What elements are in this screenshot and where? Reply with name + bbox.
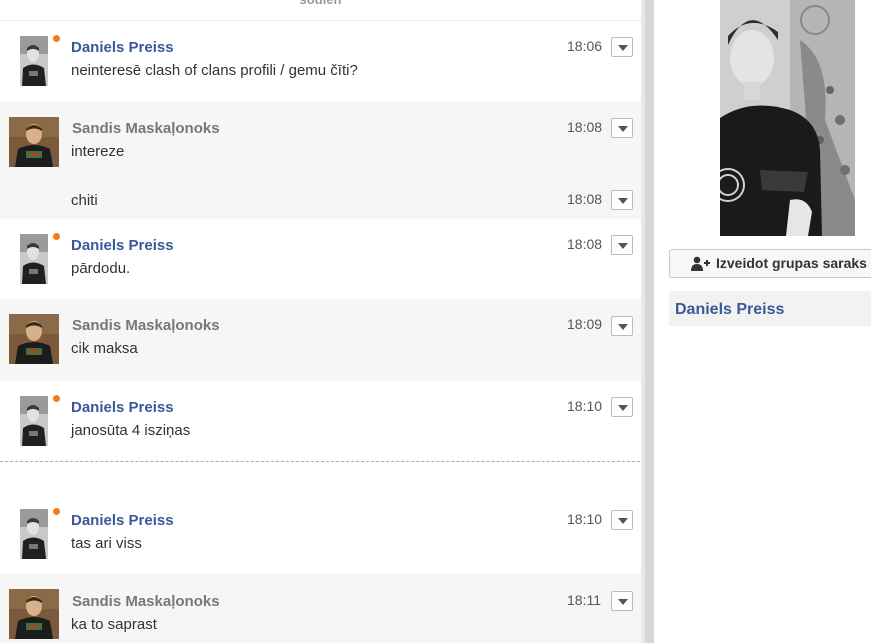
message-text: cik maksa — [71, 340, 138, 357]
chevron-down-icon — [618, 405, 628, 411]
unread-separator — [0, 461, 655, 462]
add-user-icon — [691, 256, 711, 277]
message-time: 18:11 — [567, 592, 601, 608]
message-text: intereze — [71, 143, 125, 160]
message-time: 18:10 — [567, 511, 603, 527]
avatar[interactable] — [20, 234, 48, 284]
chevron-down-icon — [618, 324, 628, 330]
message-menu-button[interactable] — [611, 397, 633, 417]
message-menu-button[interactable] — [611, 118, 633, 138]
contact-name[interactable]: Daniels Preiss — [675, 301, 784, 319]
message-time: 18:08 — [567, 236, 603, 252]
message-menu-button[interactable] — [611, 316, 633, 336]
scrollbar[interactable] — [641, 0, 654, 643]
message-group: Sandis Maskaļonoks 18:08 intereze 18:08 … — [0, 102, 641, 219]
message-text: chiti — [71, 192, 98, 209]
message-group: Daniels Preiss 18:06 neinteresē clash of… — [0, 21, 641, 102]
avatar[interactable] — [20, 396, 48, 446]
online-status-icon — [53, 508, 60, 515]
message-time: 18:08 — [567, 191, 603, 207]
avatar[interactable] — [9, 117, 59, 167]
message-menu-button[interactable] — [611, 37, 633, 57]
chevron-down-icon — [618, 198, 628, 204]
message-menu-button[interactable] — [611, 510, 633, 530]
message-time: 18:10 — [567, 398, 603, 414]
message-group: Daniels Preiss 18:08 pārdodu. — [0, 219, 641, 299]
message-author[interactable]: Daniels Preiss — [71, 39, 174, 56]
avatar[interactable] — [20, 36, 48, 86]
message-time: 18:06 — [567, 38, 603, 54]
message-text: ka to saprast — [71, 616, 157, 633]
message-time: 18:08 — [567, 119, 603, 135]
profile-sidebar: Izveidot grupas saraks Daniels Preiss — [654, 0, 871, 643]
online-status-icon — [53, 35, 60, 42]
avatar[interactable] — [20, 509, 48, 559]
create-group-button[interactable]: Izveidot grupas saraks — [669, 249, 871, 278]
message-text: neinteresē clash of clans profili / gemu… — [71, 62, 358, 79]
message-menu-button[interactable] — [611, 591, 633, 611]
message-author[interactable]: Daniels Preiss — [71, 237, 174, 254]
message-author[interactable]: Sandis Maskaļonoks — [72, 317, 220, 334]
message-text: pārdodu. — [71, 260, 131, 277]
message-group: Sandis Maskaļonoks 18:09 cik maksa — [0, 299, 641, 381]
create-group-label: Izveidot grupas saraks — [716, 255, 867, 271]
message-author[interactable]: Daniels Preiss — [71, 399, 174, 416]
message-group: Daniels Preiss 18:10 janosūta 4 isziņas — [0, 381, 641, 461]
chevron-down-icon — [618, 45, 628, 51]
message-group: Daniels Preiss 18:10 tas ari viss — [0, 494, 641, 574]
contact-item[interactable]: Daniels Preiss — [669, 291, 871, 326]
chevron-down-icon — [618, 243, 628, 249]
message-text: janosūta 4 isziņas — [71, 422, 191, 439]
avatar[interactable] — [9, 314, 59, 364]
chevron-down-icon — [618, 126, 628, 132]
message-menu-button[interactable] — [611, 190, 633, 210]
online-status-icon — [53, 233, 60, 240]
message-author[interactable]: Daniels Preiss — [71, 512, 174, 529]
avatar[interactable] — [9, 589, 59, 639]
scrollbar-track — [641, 0, 645, 643]
online-status-icon — [53, 395, 60, 402]
message-author[interactable]: Sandis Maskaļonoks — [72, 593, 220, 610]
date-separator: šodien — [0, 0, 641, 10]
profile-photo[interactable] — [720, 0, 855, 236]
chevron-down-icon — [618, 599, 628, 605]
chevron-down-icon — [618, 518, 628, 524]
message-time: 18:09 — [567, 316, 603, 332]
chat-panel: šodien Daniels Preiss 18:06 neinteresē c… — [0, 0, 641, 643]
message-text: tas ari viss — [71, 535, 142, 552]
message-author[interactable]: Sandis Maskaļonoks — [72, 120, 220, 137]
message-group: Sandis Maskaļonoks 18:11 ka to saprast — [0, 574, 641, 643]
message-menu-button[interactable] — [611, 235, 633, 255]
